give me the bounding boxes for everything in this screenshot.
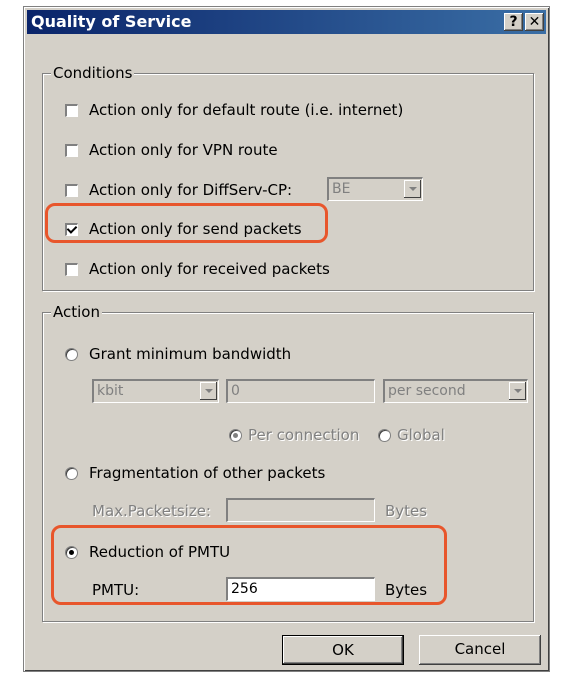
checkbox-diffserv[interactable]: Action only for DiffServ-CP: (65, 181, 292, 199)
checkbox-box[interactable] (65, 103, 78, 117)
maxsize-bytes-label: Bytes (385, 502, 428, 520)
checkbox-box[interactable] (65, 262, 78, 276)
action-legend: Action (51, 303, 102, 321)
bandwidth-amount-value: 0 (231, 383, 240, 399)
highlight-send-packets (45, 203, 328, 243)
checkbox-label: Action only for default route (i.e. inte… (89, 101, 404, 119)
period-select[interactable]: per second (383, 379, 528, 403)
help-button[interactable]: ? (504, 13, 523, 31)
chevron-down-icon[interactable] (404, 180, 421, 198)
radio-per-connection[interactable]: Per connection (229, 426, 359, 444)
radio-label: Grant minimum bandwidth (89, 345, 292, 363)
cancel-button[interactable]: Cancel (419, 635, 541, 665)
highlight-pmtu (51, 525, 447, 605)
chevron-down-icon[interactable] (509, 382, 526, 400)
diffserv-select[interactable]: BE (327, 177, 423, 201)
radio-fragmentation[interactable]: Fragmentation of other packets (65, 464, 325, 482)
close-button[interactable]: ✕ (525, 13, 544, 31)
radio-label: Per connection (248, 426, 360, 444)
checkbox-default-route[interactable]: Action only for default route (i.e. inte… (65, 101, 403, 119)
radio-button[interactable] (65, 466, 78, 480)
conditions-legend: Conditions (51, 64, 135, 82)
ok-button[interactable]: OK (282, 635, 404, 665)
checkbox-label: Action only for VPN route (89, 141, 278, 159)
radio-button[interactable] (229, 428, 242, 442)
title-bar[interactable]: Quality of Service ? ✕ (27, 10, 546, 34)
radio-global[interactable]: Global (378, 426, 445, 444)
conditions-group: Conditions Action only for default route… (42, 64, 534, 291)
checkbox-received-packets[interactable]: Action only for received packets (65, 260, 330, 278)
unit-value: kbit (97, 383, 124, 399)
checkbox-label: Action only for DiffServ-CP: (89, 181, 293, 199)
radio-label: Global (397, 426, 445, 444)
unit-select[interactable]: kbit (92, 379, 219, 403)
window-title: Quality of Service (31, 12, 192, 31)
radio-button[interactable] (65, 347, 78, 361)
checkbox-label: Action only for received packets (89, 260, 330, 278)
maxsize-label: Max.Packetsize: (92, 502, 211, 520)
bandwidth-amount-input[interactable]: 0 (226, 379, 375, 403)
maxsize-input[interactable] (226, 498, 375, 522)
period-value: per second (388, 383, 466, 399)
checkbox-vpn-route[interactable]: Action only for VPN route (65, 141, 278, 159)
radio-button[interactable] (378, 428, 391, 442)
checkbox-box[interactable] (65, 143, 78, 157)
radio-grant-bandwidth[interactable]: Grant minimum bandwidth (65, 345, 291, 363)
radio-label: Fragmentation of other packets (89, 464, 326, 482)
chevron-down-icon[interactable] (200, 382, 217, 400)
diffserv-value: BE (332, 181, 351, 197)
checkbox-box[interactable] (65, 183, 78, 197)
